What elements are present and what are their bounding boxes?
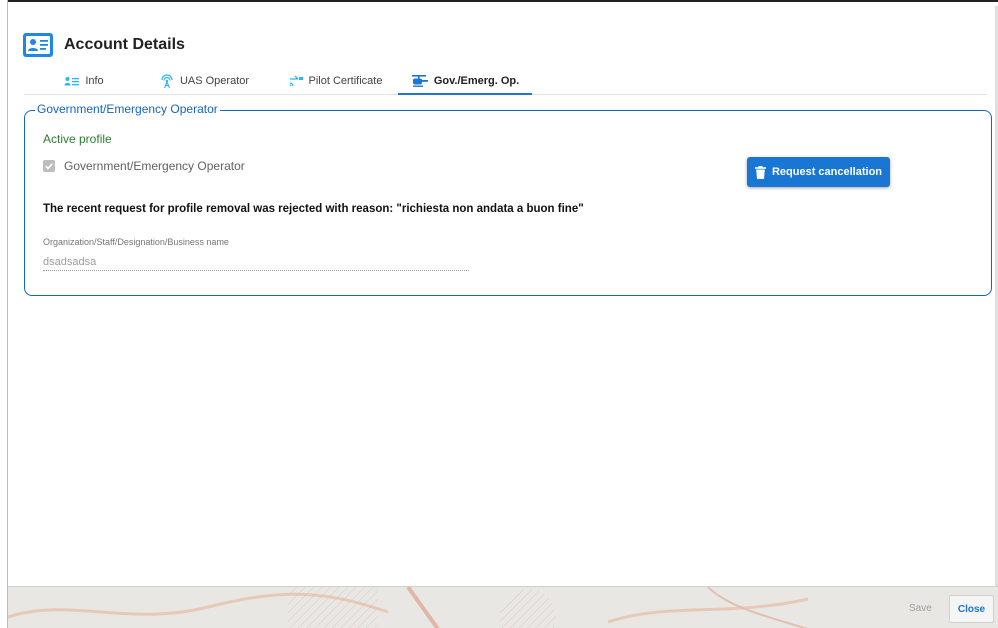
tab-info[interactable]: Info bbox=[54, 68, 114, 94]
profile-status: Active profile bbox=[43, 132, 112, 146]
page-title: Account Details bbox=[64, 36, 185, 53]
map-background bbox=[8, 587, 998, 628]
org-name-field[interactable] bbox=[43, 253, 469, 271]
user-list-icon bbox=[64, 76, 80, 85]
tab-gov-emerg-op-label: Gov./Emerg. Op. bbox=[433, 75, 520, 87]
dialog-footer: Save Close bbox=[8, 586, 998, 628]
checkmark-icon bbox=[45, 163, 53, 170]
helicopter-icon bbox=[411, 75, 428, 87]
save-button[interactable]: Save bbox=[903, 602, 938, 615]
org-field-label: Organization/Staff/Designation/Business … bbox=[43, 237, 229, 247]
dialog-header: Account Details bbox=[22, 32, 185, 58]
antenna-icon bbox=[161, 74, 173, 89]
gov-emergency-operator-section: Government/Emergency Operator Active pro… bbox=[24, 102, 992, 296]
tab-pilot-certificate-label: Pilot Certificate bbox=[308, 75, 383, 87]
tab-pilot-certificate[interactable]: Pilot Certificate bbox=[276, 68, 394, 94]
tab-bar: Info UAS Operator Pilot Certificate Gov.… bbox=[24, 68, 987, 95]
gov-operator-checkbox-label: Government/Emergency Operator bbox=[64, 159, 245, 173]
tab-gov-emerg-op[interactable]: Gov./Emerg. Op. bbox=[398, 68, 532, 95]
gov-operator-checkbox[interactable] bbox=[43, 160, 55, 172]
request-cancellation-button[interactable]: Request cancellation bbox=[747, 157, 890, 187]
drone-pilot-icon bbox=[289, 75, 303, 87]
gov-operator-checkbox-row: Government/Emergency Operator bbox=[43, 159, 245, 173]
tab-info-label: Info bbox=[85, 75, 104, 87]
section-legend: Government/Emergency Operator bbox=[35, 102, 220, 116]
tab-uas-operator[interactable]: UAS Operator bbox=[154, 68, 254, 94]
close-button[interactable]: Close bbox=[949, 595, 994, 623]
trash-icon bbox=[754, 165, 766, 179]
tab-uas-operator-label: UAS Operator bbox=[179, 75, 250, 87]
rejection-message: The recent request for profile removal w… bbox=[43, 203, 584, 215]
left-edge bbox=[0, 0, 8, 628]
request-cancellation-label: Request cancellation bbox=[771, 166, 883, 178]
account-card-icon bbox=[23, 33, 53, 57]
